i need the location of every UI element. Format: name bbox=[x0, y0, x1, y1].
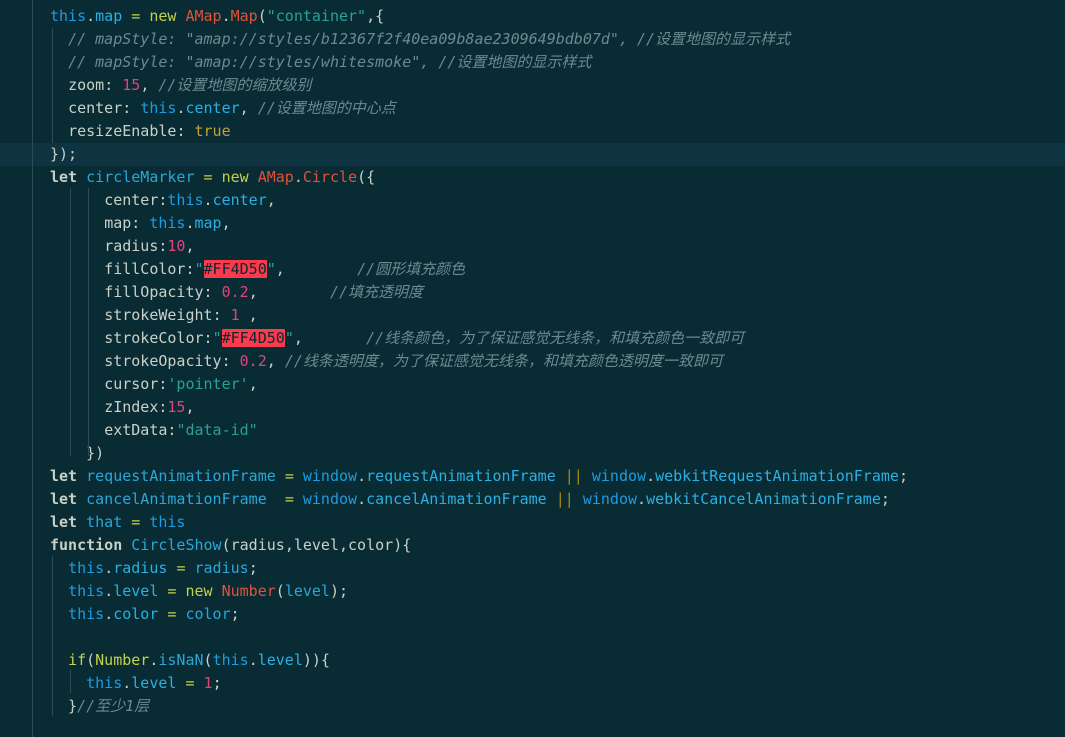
code-line[interactable]: let that = this bbox=[0, 511, 1065, 534]
indent-guide bbox=[32, 0, 33, 737]
code-line[interactable]: }) bbox=[0, 442, 1065, 465]
code-editor[interactable]: this.map = new AMap.Map("container",{ //… bbox=[0, 0, 1065, 737]
code-text: radius:10, bbox=[104, 237, 195, 255]
code-text: }) bbox=[50, 444, 105, 462]
indent-guide bbox=[88, 188, 89, 456]
code-text: function CircleShow(radius,level,color){ bbox=[50, 536, 412, 554]
code-line[interactable]: function CircleShow(radius,level,color){ bbox=[0, 534, 1065, 557]
code-line[interactable]: let circleMarker = new AMap.Circle({ bbox=[0, 166, 1065, 189]
code-text: resizeEnable: true bbox=[68, 122, 231, 140]
code-text: this.map = new AMap.Map("container",{ bbox=[50, 7, 385, 25]
code-line[interactable]: center: this.center, //设置地图的中心点 bbox=[0, 97, 1065, 120]
code-line[interactable]: this.level = new Number(level); bbox=[0, 580, 1065, 603]
code-text: let requestAnimationFrame = window.reque… bbox=[50, 467, 908, 485]
code-line[interactable]: }); bbox=[0, 143, 1065, 166]
code-text: strokeOpacity: 0.2, //线条透明度，为了保证感觉无线条，和填… bbox=[104, 352, 723, 370]
code-line[interactable]: }//至少1层 bbox=[0, 695, 1065, 718]
code-text: // mapStyle: "amap://styles/whitesmoke",… bbox=[68, 53, 592, 71]
code-text: zoom: 15, //设置地图的缩放级别 bbox=[68, 76, 312, 94]
code-line[interactable]: if(Number.isNaN(this.level)){ bbox=[0, 649, 1065, 672]
code-line[interactable]: this.map = new AMap.Map("container",{ bbox=[0, 5, 1065, 28]
indent-guide bbox=[70, 670, 71, 693]
code-text: this.radius = radius; bbox=[68, 559, 258, 577]
code-text: this.color = color; bbox=[68, 605, 240, 623]
code-line[interactable]: // mapStyle: "amap://styles/whitesmoke",… bbox=[0, 51, 1065, 74]
code-text: let cancelAnimationFrame = window.cancel… bbox=[50, 490, 890, 508]
code-text: if(Number.isNaN(this.level)){ bbox=[68, 651, 330, 669]
code-line[interactable]: radius:10, bbox=[0, 235, 1065, 258]
code-line[interactable]: cursor:'pointer', bbox=[0, 373, 1065, 396]
code-text: }); bbox=[50, 145, 78, 163]
code-text: strokeWeight: 1 , bbox=[104, 306, 258, 324]
indent-guide bbox=[52, 28, 53, 143]
code-line[interactable]: resizeEnable: true bbox=[0, 120, 1065, 143]
code-text: this.level = new Number(level); bbox=[68, 582, 349, 600]
code-text: this.level = 1; bbox=[86, 674, 222, 692]
code-line[interactable] bbox=[0, 626, 1065, 649]
code-text: center: this.center, //设置地图的中心点 bbox=[68, 99, 396, 117]
code-text: cursor:'pointer', bbox=[104, 375, 258, 393]
code-line[interactable]: fillOpacity: 0.2, //填充透明度 bbox=[0, 281, 1065, 304]
code-text: fillColor:"#FF4D50", //圆形填充颜色 bbox=[104, 260, 466, 278]
code-line[interactable]: // mapStyle: "amap://styles/b12367f2f40e… bbox=[0, 28, 1065, 51]
code-line[interactable]: strokeColor:"#FF4D50", //线条颜色，为了保证感觉无线条，… bbox=[0, 327, 1065, 350]
code-line[interactable]: map: this.map, bbox=[0, 212, 1065, 235]
code-line[interactable]: strokeWeight: 1 , bbox=[0, 304, 1065, 327]
code-line[interactable]: center:this.center, bbox=[0, 189, 1065, 212]
code-text: fillOpacity: 0.2, //填充透明度 bbox=[104, 283, 424, 301]
code-line[interactable]: fillColor:"#FF4D50", //圆形填充颜色 bbox=[0, 258, 1065, 281]
code-line[interactable]: this.color = color; bbox=[0, 603, 1065, 626]
code-text: zIndex:15, bbox=[104, 398, 195, 416]
code-text: let circleMarker = new AMap.Circle({ bbox=[50, 168, 376, 186]
code-line[interactable]: strokeOpacity: 0.2, //线条透明度，为了保证感觉无线条，和填… bbox=[0, 350, 1065, 373]
code-text: extData:"data-id" bbox=[104, 421, 258, 439]
code-text: }//至少1层 bbox=[50, 697, 150, 715]
code-line[interactable]: zoom: 15, //设置地图的缩放级别 bbox=[0, 74, 1065, 97]
code-line[interactable]: let requestAnimationFrame = window.reque… bbox=[0, 465, 1065, 488]
code-line[interactable]: extData:"data-id" bbox=[0, 419, 1065, 442]
code-text: let that = this bbox=[50, 513, 186, 531]
code-line[interactable]: zIndex:15, bbox=[0, 396, 1065, 419]
code-line[interactable]: let cancelAnimationFrame = window.cancel… bbox=[0, 488, 1065, 511]
code-text: // mapStyle: "amap://styles/b12367f2f40e… bbox=[68, 30, 791, 48]
code-line[interactable]: this.level = 1; bbox=[0, 672, 1065, 695]
code-text: map: this.map, bbox=[104, 214, 231, 232]
code-text: center:this.center, bbox=[104, 191, 276, 209]
code-text: strokeColor:"#FF4D50", //线条颜色，为了保证感觉无线条，… bbox=[104, 329, 745, 347]
code-line[interactable]: this.radius = radius; bbox=[0, 557, 1065, 580]
indent-guide bbox=[70, 188, 71, 456]
indent-guide bbox=[52, 556, 53, 716]
